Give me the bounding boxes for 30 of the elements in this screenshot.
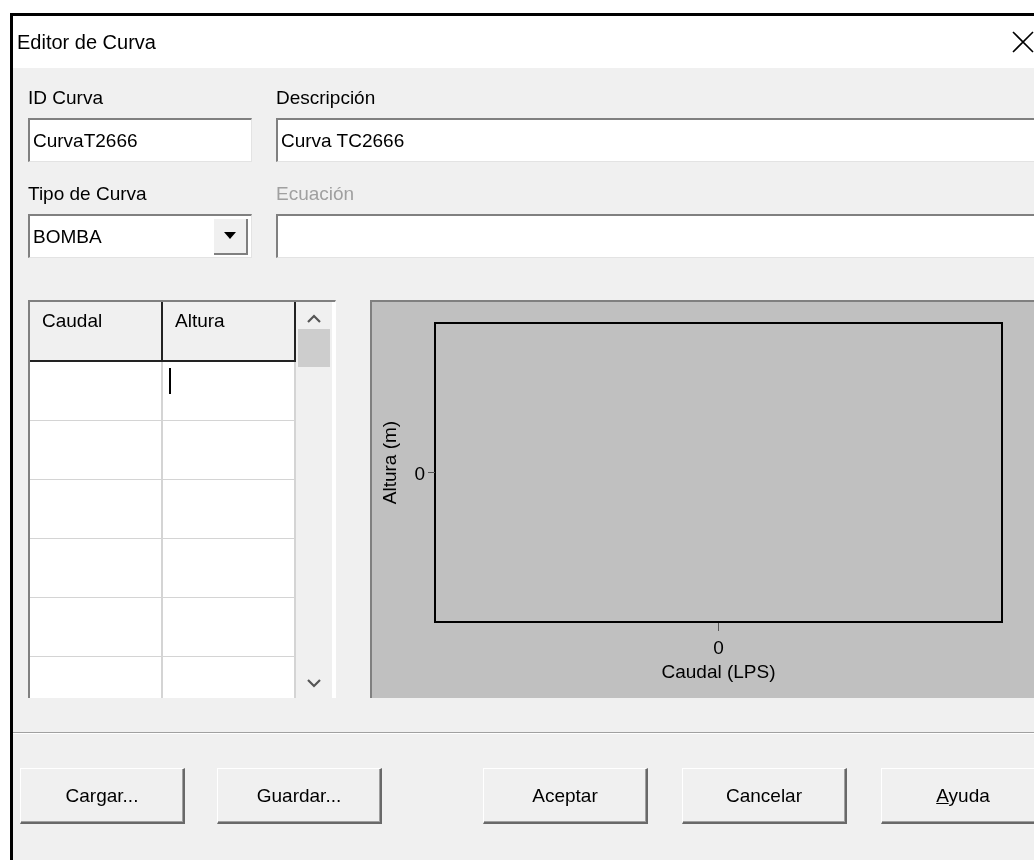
text-cursor <box>169 368 171 394</box>
window-title: Editor de Curva <box>17 30 156 54</box>
scroll-up-icon[interactable] <box>307 314 321 323</box>
dropdown-field[interactable]: BOMBA <box>28 214 252 258</box>
scroll-down-icon[interactable] <box>307 679 321 688</box>
scroll-thumb[interactable] <box>298 329 330 367</box>
caret-icon <box>224 232 236 239</box>
x-axis-title: Caudal (LPS) <box>661 661 776 682</box>
dropdown-button[interactable] <box>214 218 248 255</box>
y-tick-label: 0 <box>414 462 425 484</box>
close-icon[interactable] <box>1011 30 1034 54</box>
column-header[interactable]: Caudal <box>30 302 163 360</box>
field-label: Ecuación <box>276 182 356 206</box>
dialog-button[interactable]: Aceptar <box>483 768 648 824</box>
field-label: Descripción <box>276 86 377 110</box>
dialog-button[interactable]: Cargar... <box>20 768 185 824</box>
x-tick-label: 0 <box>713 637 724 658</box>
field-label: Tipo de Curva <box>28 182 148 206</box>
field-label: ID Curva <box>28 86 104 110</box>
input-field[interactable]: CurvaT2666 <box>28 118 252 162</box>
y-axis-title: Altura (m) <box>379 420 400 505</box>
scrollbar[interactable] <box>296 302 332 698</box>
dialog-button[interactable]: Cancelar <box>682 768 847 824</box>
dialog-button[interactable]: Guardar... <box>217 768 382 824</box>
dialog-button[interactable]: Ayuda <box>881 768 1034 824</box>
input-field[interactable] <box>276 214 1034 258</box>
data-grid[interactable]: Caudal Altura <box>28 300 336 698</box>
input-field[interactable]: Curva TC2666 <box>276 118 1034 162</box>
column-header[interactable]: Altura <box>163 302 296 360</box>
dropdown-value: BOMBA <box>33 225 102 248</box>
